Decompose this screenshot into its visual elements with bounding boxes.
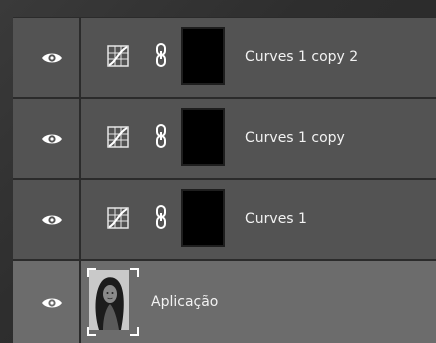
column-divider — [79, 261, 81, 343]
layer-name[interactable]: Aplicação — [151, 293, 218, 311]
layer-row-aplicacao[interactable]: Aplicação — [13, 261, 436, 343]
curves-adjustment-icon[interactable] — [107, 207, 129, 229]
column-divider — [79, 180, 81, 259]
layer-row-curves-1-copy-2[interactable]: Curves 1 copy 2 — [13, 18, 436, 97]
visibility-toggle[interactable] — [13, 18, 79, 97]
layer-mask-thumbnail[interactable] — [181, 108, 225, 166]
visibility-toggle[interactable] — [13, 180, 79, 259]
eye-icon[interactable] — [41, 296, 63, 310]
layer-mask-thumbnail[interactable] — [181, 27, 225, 85]
layer-row-curves-1-copy[interactable]: Curves 1 copy — [13, 99, 436, 178]
layer-mask-thumbnail[interactable] — [181, 189, 225, 247]
layer-name[interactable]: Curves 1 copy 2 — [245, 48, 358, 66]
eye-icon[interactable] — [41, 51, 63, 65]
layer-row-curves-1[interactable]: Curves 1 — [13, 180, 436, 259]
eye-icon[interactable] — [41, 213, 63, 227]
visibility-toggle[interactable] — [13, 99, 79, 178]
chain-link-icon[interactable] — [155, 205, 167, 229]
layer-name[interactable]: Curves 1 copy — [245, 129, 345, 147]
eye-icon[interactable] — [41, 132, 63, 146]
curves-adjustment-icon[interactable] — [107, 45, 129, 67]
thumbnail-selection-brackets — [87, 268, 139, 336]
chain-link-icon[interactable] — [155, 43, 167, 67]
layer-name[interactable]: Curves 1 — [245, 210, 307, 228]
curves-adjustment-icon[interactable] — [107, 126, 129, 148]
column-divider — [79, 99, 81, 178]
column-divider — [79, 18, 81, 97]
chain-link-icon[interactable] — [155, 124, 167, 148]
layers-panel: Curves 1 copy 2 Curves 1 copy Curves 1 A… — [13, 17, 436, 343]
visibility-toggle[interactable] — [13, 261, 79, 343]
